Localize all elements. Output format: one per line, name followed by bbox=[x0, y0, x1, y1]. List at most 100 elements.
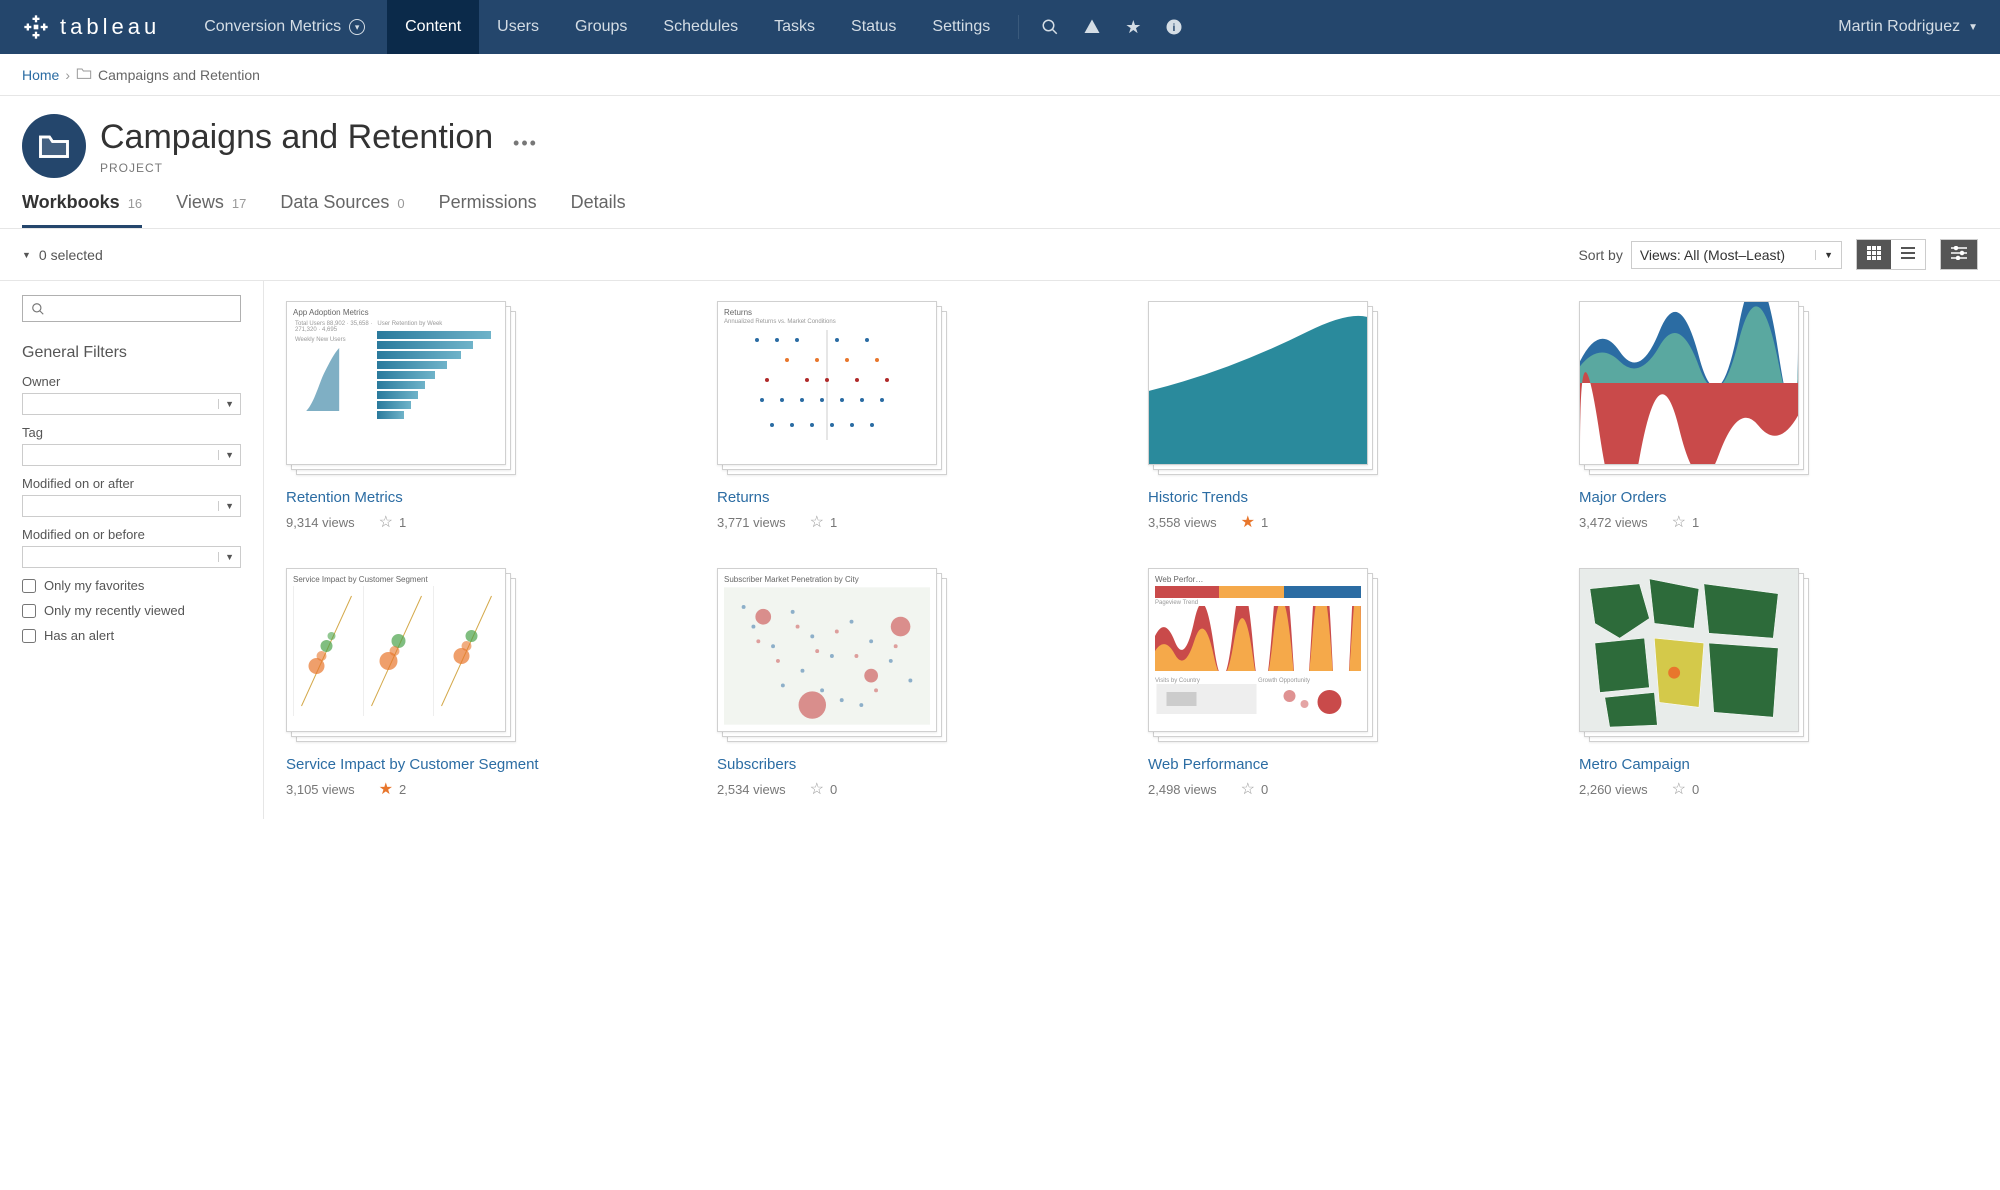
favorite-count: 1 bbox=[399, 515, 406, 530]
workbook-title-link[interactable]: Service Impact by Customer Segment bbox=[286, 756, 539, 773]
workbook-title-link[interactable]: Historic Trends bbox=[1148, 489, 1248, 506]
caret-down-icon: ▼ bbox=[1815, 250, 1833, 260]
sortby-label: Sort by bbox=[1578, 247, 1622, 263]
favorite-count: 1 bbox=[1692, 515, 1699, 530]
workbook-thumbnail[interactable]: App Adoption Metrics Total Users 88,902 … bbox=[286, 301, 516, 479]
workbook-views: 2,260 views bbox=[1579, 782, 1648, 797]
content-grid: App Adoption Metrics Total Users 88,902 … bbox=[264, 281, 2000, 819]
workbook-card: Service Impact by Customer Segment Servi… bbox=[286, 568, 685, 799]
search-icon[interactable] bbox=[1029, 18, 1071, 36]
filter-only-recent[interactable]: Only my recently viewed bbox=[22, 603, 241, 618]
workbook-thumbnail[interactable] bbox=[1579, 301, 1809, 479]
workbook-views: 9,314 views bbox=[286, 515, 355, 530]
caret-down-icon: ▼ bbox=[218, 552, 234, 562]
nav-settings[interactable]: Settings bbox=[914, 0, 1008, 54]
workbook-thumbnail[interactable] bbox=[1579, 568, 1809, 746]
sort-select[interactable]: Views: All (Most–Least) ▼ bbox=[1631, 241, 1842, 269]
info-icon[interactable]: i bbox=[1153, 18, 1195, 36]
workbook-card: Metro Campaign 2,260 views ☆0 bbox=[1579, 568, 1978, 799]
tab-details[interactable]: Details bbox=[571, 192, 626, 228]
site-selector[interactable]: Conversion Metrics ▾ bbox=[182, 18, 387, 36]
tab-permissions[interactable]: Permissions bbox=[439, 192, 537, 228]
user-menu[interactable]: Martin Rodriguez ▼ bbox=[1816, 18, 2000, 36]
svg-text:i: i bbox=[1173, 22, 1176, 34]
workbook-card: Major Orders 3,472 views ☆ 1 bbox=[1579, 301, 1978, 532]
alerts-icon[interactable] bbox=[1071, 18, 1113, 36]
favorites-icon[interactable]: ★ bbox=[1113, 17, 1153, 38]
workbook-views: 3,105 views bbox=[286, 782, 355, 797]
nav-tasks[interactable]: Tasks bbox=[756, 0, 833, 54]
breadcrumb-home[interactable]: Home bbox=[22, 67, 59, 83]
filter-sidebar: General Filters Owner ▼ Tag ▼ Modified o… bbox=[0, 281, 264, 819]
nav-groups[interactable]: Groups bbox=[557, 0, 645, 54]
workbook-thumbnail[interactable]: Returns Annualized Returns vs. Market Co… bbox=[717, 301, 947, 479]
star-icon[interactable]: ☆ bbox=[1672, 779, 1686, 799]
caret-down-icon: ▼ bbox=[218, 501, 234, 511]
breadcrumb: Home › Campaigns and Retention bbox=[0, 54, 2000, 96]
filter-mod-before-select[interactable]: ▼ bbox=[22, 546, 241, 568]
folder-icon bbox=[76, 66, 92, 83]
nav-status[interactable]: Status bbox=[833, 0, 914, 54]
favorite-count: 0 bbox=[1261, 782, 1268, 797]
workbook-thumbnail[interactable] bbox=[1148, 301, 1378, 479]
filter-tag-label: Tag bbox=[22, 425, 241, 440]
filter-owner-label: Owner bbox=[22, 374, 241, 389]
workbook-title-link[interactable]: Web Performance bbox=[1148, 756, 1269, 773]
favorite-count: 1 bbox=[830, 515, 837, 530]
star-icon[interactable]: ☆ bbox=[1241, 779, 1255, 799]
chevron-down-icon: ▾ bbox=[349, 19, 365, 35]
workbook-title-link[interactable]: Returns bbox=[717, 489, 770, 506]
nav-content[interactable]: Content bbox=[387, 0, 479, 54]
grid-view-button[interactable] bbox=[1857, 240, 1891, 269]
view-mode-toggle bbox=[1856, 239, 1926, 270]
tab-workbooks[interactable]: Workbooks16 bbox=[22, 192, 142, 228]
breadcrumb-current: Campaigns and Retention bbox=[98, 67, 260, 83]
star-icon[interactable]: ☆ bbox=[1672, 512, 1686, 532]
caret-down-icon: ▼ bbox=[218, 450, 234, 460]
selection-dropdown[interactable]: ▼ 0 selected bbox=[22, 247, 103, 263]
nav-users[interactable]: Users bbox=[479, 0, 557, 54]
top-nav: tableau Conversion Metrics ▾ Content Use… bbox=[0, 0, 2000, 54]
workbook-views: 3,472 views bbox=[1579, 515, 1648, 530]
filter-mod-after-label: Modified on or after bbox=[22, 476, 241, 491]
list-view-button[interactable] bbox=[1891, 240, 1925, 269]
workbook-card: App Adoption Metrics Total Users 88,902 … bbox=[286, 301, 685, 532]
favorite-count: 0 bbox=[830, 782, 837, 797]
filter-search-input[interactable] bbox=[22, 295, 241, 322]
workbook-title-link[interactable]: Major Orders bbox=[1579, 489, 1667, 506]
workbook-thumbnail[interactable]: Web Perfor… Pageview Trend Visits by Cou… bbox=[1148, 568, 1378, 746]
star-icon[interactable]: ☆ bbox=[379, 512, 393, 532]
star-icon[interactable]: ☆ bbox=[810, 779, 824, 799]
workbook-title-link[interactable]: Retention Metrics bbox=[286, 489, 403, 506]
workbook-thumbnail[interactable]: Subscriber Market Penetration by City bbox=[717, 568, 947, 746]
star-icon[interactable]: ☆ bbox=[810, 512, 824, 532]
favorite-count: 2 bbox=[399, 782, 406, 797]
user-name: Martin Rodriguez bbox=[1838, 18, 1960, 36]
more-actions-icon[interactable]: ••• bbox=[513, 133, 538, 153]
tab-views[interactable]: Views17 bbox=[176, 192, 246, 228]
workbook-views: 3,771 views bbox=[717, 515, 786, 530]
workbook-views: 2,498 views bbox=[1148, 782, 1217, 797]
nav-schedules[interactable]: Schedules bbox=[645, 0, 756, 54]
filter-toggle-button[interactable] bbox=[1940, 239, 1978, 270]
workbook-title-link[interactable]: Metro Campaign bbox=[1579, 756, 1690, 773]
page-header: Campaigns and Retention ••• PROJECT bbox=[0, 96, 2000, 178]
workbook-card: Subscriber Market Penetration by City bbox=[717, 568, 1116, 799]
star-icon[interactable]: ★ bbox=[379, 779, 393, 799]
tableau-logo[interactable]: tableau bbox=[0, 13, 182, 41]
filter-tag-select[interactable]: ▼ bbox=[22, 444, 241, 466]
filter-owner-select[interactable]: ▼ bbox=[22, 393, 241, 415]
workbook-card: Web Perfor… Pageview Trend Visits by Cou… bbox=[1148, 568, 1547, 799]
filter-mod-after-select[interactable]: ▼ bbox=[22, 495, 241, 517]
filter-has-alert[interactable]: Has an alert bbox=[22, 628, 241, 643]
favorite-count: 1 bbox=[1261, 515, 1268, 530]
breadcrumb-separator: › bbox=[65, 67, 70, 83]
star-icon[interactable]: ★ bbox=[1241, 512, 1255, 532]
workbook-title-link[interactable]: Subscribers bbox=[717, 756, 796, 773]
filter-only-favorites[interactable]: Only my favorites bbox=[22, 578, 241, 593]
caret-down-icon: ▼ bbox=[1968, 22, 1978, 33]
tab-data-sources[interactable]: Data Sources0 bbox=[280, 192, 404, 228]
site-selector-label: Conversion Metrics bbox=[204, 18, 341, 36]
workbook-thumbnail[interactable]: Service Impact by Customer Segment bbox=[286, 568, 516, 746]
workbook-views: 2,534 views bbox=[717, 782, 786, 797]
